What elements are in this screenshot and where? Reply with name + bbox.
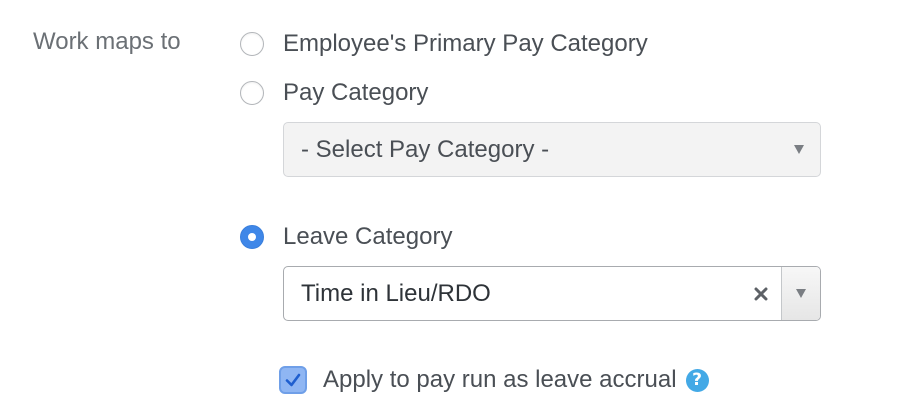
work-maps-to-label: Work maps to — [33, 28, 181, 55]
leave-category-select[interactable]: Time in Lieu/RDO — [283, 266, 821, 321]
radio-selected-dot — [248, 233, 256, 241]
option-pay-category[interactable]: Pay Category — [240, 77, 428, 109]
close-x-glyph — [754, 287, 768, 300]
caret-down-icon — [794, 145, 804, 154]
radio-pay-category[interactable] — [240, 81, 264, 105]
option-leave-category[interactable]: Leave Category — [240, 221, 452, 253]
radio-leave-category[interactable] — [240, 225, 264, 249]
close-x-icon[interactable] — [741, 267, 781, 320]
dropdown-toggle-button[interactable] — [781, 267, 820, 320]
radio-primary-pay-category[interactable] — [240, 32, 264, 56]
pay-category-select-value: - Select Pay Category - — [301, 135, 550, 163]
option-primary-pay-category[interactable]: Employee's Primary Pay Category — [240, 28, 648, 60]
work-mapping-form: Work maps to Employee's Primary Pay Cate… — [0, 0, 920, 420]
leave-accrual-checkbox[interactable] — [279, 366, 307, 394]
caret-down-icon — [796, 289, 806, 298]
question-mark-icon[interactable]: ? — [685, 368, 709, 392]
option-pay-category-label[interactable]: Pay Category — [283, 79, 428, 107]
leave-accrual-label[interactable]: Apply to pay run as leave accrual — [323, 366, 677, 394]
option-leave-category-label[interactable]: Leave Category — [283, 223, 452, 251]
pay-category-select[interactable]: - Select Pay Category - — [283, 122, 821, 177]
leave-accrual-checkbox-row[interactable]: Apply to pay run as leave accrual ? — [279, 364, 709, 396]
checkmark-icon — [285, 373, 301, 387]
leave-category-select-value[interactable]: Time in Lieu/RDO — [284, 267, 741, 320]
option-primary-pay-category-label[interactable]: Employee's Primary Pay Category — [283, 30, 648, 58]
